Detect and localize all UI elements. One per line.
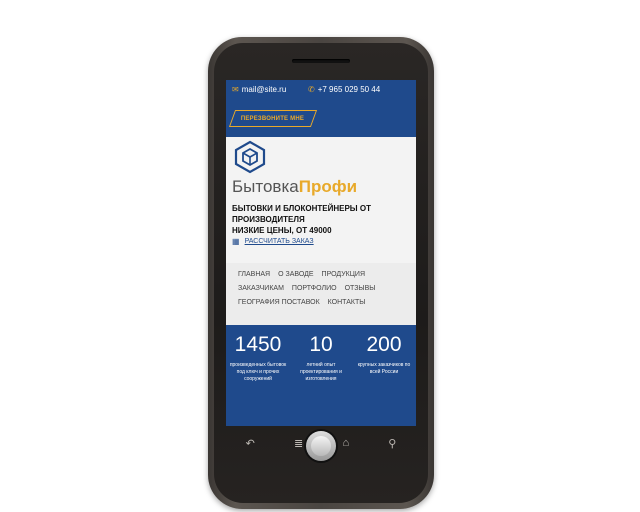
hero-section: БытовкаПрофи БЫТОВКИ И БЛОКОНТЕЙНЕРЫ ОТ … (226, 137, 416, 263)
headline-line1: БЫТОВКИ И БЛОКОНТЕЙНЕРЫ ОТ (232, 204, 371, 213)
stats-section: 1450 произведенных бытовок под ключ и пр… (226, 325, 416, 426)
trackball-button[interactable] (306, 431, 336, 461)
nav-row-1: ГЛАВНАЯ О ЗАВОДЕ ПРОДУКЦИЯ (238, 271, 365, 278)
stat-item: 200 крупных заказчиков по всей России (352, 325, 416, 376)
top-bar: ✉ mail@site.ru ✆ +7 965 029 50 44 ПЕРЕЗВ… (226, 80, 416, 137)
callback-button[interactable]: ПЕРЕЗВОНИТЕ МНЕ (228, 110, 318, 127)
email-text: mail@site.ru (241, 85, 287, 94)
phone-screen: ✉ mail@site.ru ✆ +7 965 029 50 44 ПЕРЕЗВ… (226, 80, 416, 426)
back-icon[interactable]: ↶ (246, 437, 255, 450)
nav-item-products[interactable]: ПРОДУКЦИЯ (322, 271, 365, 278)
home-icon[interactable]: ⌂ (342, 437, 349, 449)
phone-icon: ✆ (308, 85, 315, 94)
nav-item-contacts[interactable]: КОНТАКТЫ (328, 299, 366, 306)
calculator-icon: ▦ (232, 237, 240, 246)
stat-number: 1450 (234, 333, 282, 356)
calculate-order-link[interactable]: ▦ РАССЧИТАТЬ ЗАКАЗ (232, 237, 314, 246)
logo-text-part1: Бытовка (232, 177, 299, 196)
mail-icon: ✉ (232, 85, 239, 94)
nav-item-home[interactable]: ГЛАВНАЯ (238, 271, 270, 278)
logo-wordmark[interactable]: БытовкаПрофи (232, 177, 357, 197)
phone-device: ✉ mail@site.ru ✆ +7 965 029 50 44 ПЕРЕЗВ… (208, 37, 434, 509)
headline-line3: НИЗКИЕ ЦЕНЫ, ОТ 49000 (232, 226, 332, 235)
nav-item-geography[interactable]: ГЕОГРАФИЯ ПОСТАВОК (238, 299, 320, 306)
stat-item: 10 летний опыт проектирования и изготовл… (289, 325, 353, 383)
stat-description: летний опыт проектирования и изготовлени… (300, 362, 342, 382)
stat-number: 200 (366, 333, 402, 356)
menu-icon[interactable]: ≣ (294, 437, 303, 450)
phone-link[interactable]: ✆ +7 965 029 50 44 (308, 85, 380, 94)
calculate-order-label: РАССЧИТАТЬ ЗАКАЗ (244, 238, 314, 245)
stat-description: крупных заказчиков по всей России (357, 362, 411, 375)
hero-headline: БЫТОВКИ И БЛОКОНТЕЙНЕРЫ ОТ ПРОИЗВОДИТЕЛЯ… (232, 203, 412, 236)
nav-row-2: ЗАКАЗЧИКАМ ПОРТФОЛИО ОТЗЫВЫ (238, 285, 376, 292)
nav-item-portfolio[interactable]: ПОРТФОЛИО (292, 285, 337, 292)
nav-item-customers[interactable]: ЗАКАЗЧИКАМ (238, 285, 284, 292)
email-link[interactable]: ✉ mail@site.ru (232, 85, 286, 94)
main-nav: ГЛАВНАЯ О ЗАВОДЕ ПРОДУКЦИЯ ЗАКАЗЧИКАМ ПО… (226, 263, 416, 325)
nav-item-reviews[interactable]: ОТЗЫВЫ (345, 285, 376, 292)
callback-button-label: ПЕРЕЗВОНИТЕ МНЕ (241, 115, 305, 122)
phone-text: +7 965 029 50 44 (317, 85, 381, 94)
stat-item: 1450 произведенных бытовок под ключ и пр… (226, 325, 290, 383)
phone-speaker (292, 59, 350, 63)
nav-item-about[interactable]: О ЗАВОДЕ (278, 271, 313, 278)
nav-row-3: ГЕОГРАФИЯ ПОСТАВОК КОНТАКТЫ (238, 299, 365, 306)
stat-description: произведенных бытовок под ключ и прочих … (229, 362, 287, 382)
headline-line2: ПРОИЗВОДИТЕЛЯ (232, 215, 305, 224)
logo-text-part2: Профи (298, 177, 358, 196)
stat-number: 10 (309, 333, 333, 356)
logo-icon (234, 140, 266, 174)
search-icon[interactable]: ⚲ (388, 437, 396, 450)
